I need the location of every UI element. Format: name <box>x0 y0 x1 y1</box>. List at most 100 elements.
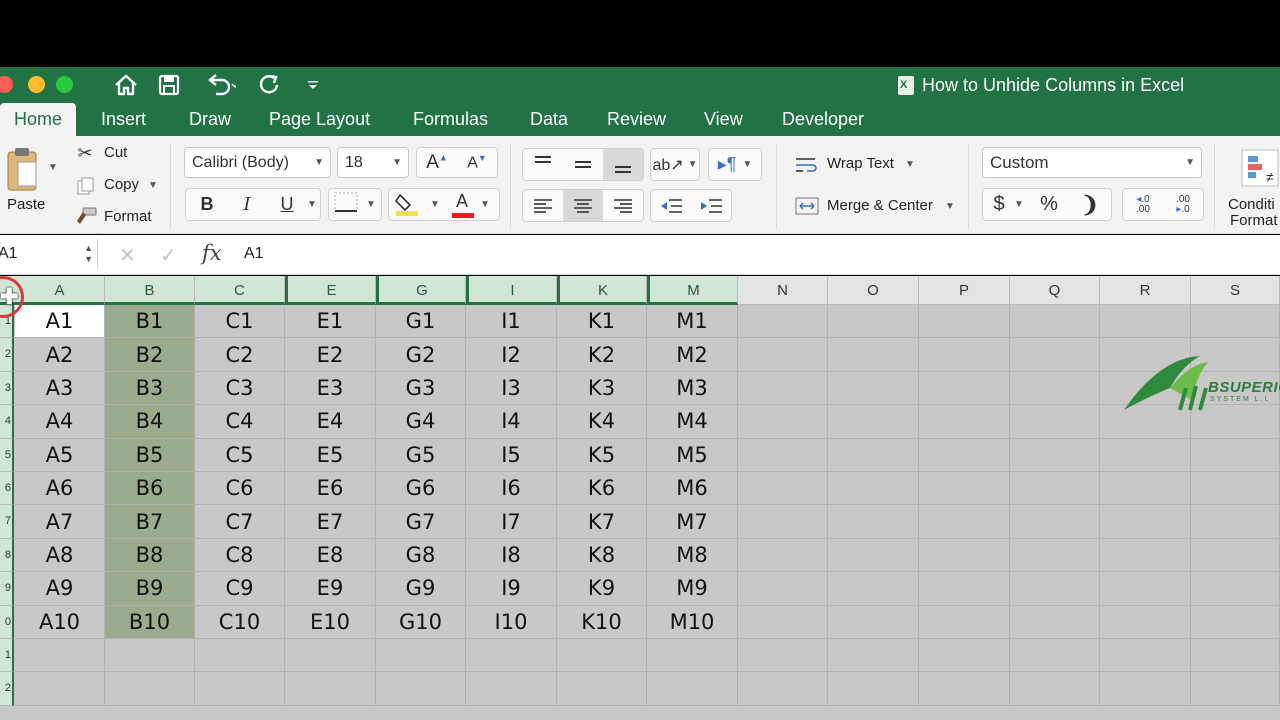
cell-i8[interactable]: I8 <box>466 538 557 573</box>
align-top-icon[interactable] <box>523 149 563 180</box>
row-header[interactable]: 5 <box>0 438 14 472</box>
empty-cell[interactable] <box>105 672 195 706</box>
cell-m3[interactable]: M3 <box>647 371 738 406</box>
empty-cell[interactable] <box>557 672 647 706</box>
cell-a8[interactable]: A8 <box>15 538 105 573</box>
cell-a4[interactable]: A4 <box>15 405 105 439</box>
column-header-r[interactable]: R <box>1100 276 1191 305</box>
cell-k4[interactable]: K4 <box>557 405 647 439</box>
empty-cell[interactable] <box>919 438 1010 472</box>
merge-center-button[interactable]: Merge & Center <box>827 197 933 214</box>
cell-m6[interactable]: M6 <box>647 472 738 506</box>
cell-c9[interactable]: C9 <box>195 572 285 606</box>
cell-g5[interactable]: G5 <box>376 438 466 472</box>
empty-cell[interactable] <box>919 672 1010 706</box>
minimize-window-button[interactable] <box>28 76 45 93</box>
cut-button[interactable]: Cut <box>104 144 127 161</box>
empty-cell[interactable] <box>1100 505 1191 539</box>
orientation-button[interactable]: ab↗ ▼ <box>650 148 700 181</box>
empty-cell[interactable] <box>1191 505 1280 539</box>
empty-cell[interactable] <box>738 338 828 372</box>
cell-i1[interactable]: I1 <box>466 305 557 339</box>
cell-g1[interactable]: G1 <box>376 305 466 339</box>
empty-cell[interactable] <box>1010 371 1100 406</box>
cell-c10[interactable]: C10 <box>195 605 285 639</box>
cell-e7[interactable]: E7 <box>285 505 376 539</box>
cell-m7[interactable]: M7 <box>647 505 738 539</box>
paste-icon[interactable] <box>2 144 42 194</box>
insert-function-button[interactable]: fx <box>202 241 222 265</box>
column-header-m[interactable]: M <box>647 276 738 305</box>
empty-cell[interactable] <box>738 305 828 339</box>
column-header-o[interactable]: O <box>828 276 919 305</box>
empty-cell[interactable] <box>919 639 1010 673</box>
row-header[interactable]: 2 <box>0 672 14 706</box>
comma-style-icon[interactable]: ❩ <box>1070 192 1110 218</box>
row-header[interactable]: 9 <box>0 572 14 606</box>
row-header[interactable]: 3 <box>0 371 14 406</box>
cell-k7[interactable]: K7 <box>557 505 647 539</box>
italic-button[interactable]: I <box>227 194 267 215</box>
underline-button[interactable]: U <box>267 194 307 215</box>
empty-cell[interactable] <box>1191 538 1280 573</box>
empty-cell[interactable] <box>195 672 285 706</box>
cell-e6[interactable]: E6 <box>285 472 376 506</box>
empty-cell[interactable] <box>1010 505 1100 539</box>
empty-cell[interactable] <box>738 605 828 639</box>
empty-cell[interactable] <box>1010 338 1100 372</box>
empty-cell[interactable] <box>919 538 1010 573</box>
cell-m9[interactable]: M9 <box>647 572 738 606</box>
cell-b2[interactable]: B2 <box>105 338 195 372</box>
empty-cell[interactable] <box>195 639 285 673</box>
column-header-k[interactable]: K <box>557 276 647 305</box>
save-icon[interactable] <box>156 71 182 99</box>
align-left-icon[interactable] <box>523 190 563 221</box>
empty-cell[interactable] <box>1010 538 1100 573</box>
empty-cell[interactable] <box>1010 572 1100 606</box>
empty-cell[interactable] <box>919 505 1010 539</box>
text-direction-button[interactable]: ▸¶ ▼ <box>708 148 762 181</box>
empty-cell[interactable] <box>738 438 828 472</box>
column-header-i[interactable]: I <box>466 276 557 305</box>
empty-cell[interactable] <box>647 672 738 706</box>
empty-cell[interactable] <box>919 472 1010 506</box>
tab-draw[interactable]: Draw <box>189 103 231 136</box>
empty-cell[interactable] <box>919 405 1010 439</box>
empty-cell[interactable] <box>919 338 1010 372</box>
cell-k3[interactable]: K3 <box>557 371 647 406</box>
empty-cell[interactable] <box>376 639 466 673</box>
cell-i4[interactable]: I4 <box>466 405 557 439</box>
chevron-down-icon[interactable]: ▼ <box>905 159 915 170</box>
empty-cell[interactable] <box>919 572 1010 606</box>
cell-i6[interactable]: I6 <box>466 472 557 506</box>
cell-a10[interactable]: A10 <box>15 605 105 639</box>
empty-cell[interactable] <box>738 538 828 573</box>
empty-cell[interactable] <box>15 672 105 706</box>
empty-cell[interactable] <box>1100 538 1191 573</box>
cell-e4[interactable]: E4 <box>285 405 376 439</box>
empty-cell[interactable] <box>828 672 919 706</box>
cell-a6[interactable]: A6 <box>15 472 105 506</box>
cell-a3[interactable]: A3 <box>15 371 105 406</box>
column-header-b[interactable]: B <box>105 276 195 305</box>
cell-a9[interactable]: A9 <box>15 572 105 606</box>
decrease-decimal-icon[interactable]: .00 ▸.0 <box>1163 194 1203 215</box>
cell-m4[interactable]: M4 <box>647 405 738 439</box>
column-header-c[interactable]: C <box>195 276 285 305</box>
empty-cell[interactable] <box>1191 672 1280 706</box>
empty-cell[interactable] <box>919 305 1010 339</box>
number-format-select[interactable]: Custom ▼ <box>982 147 1202 178</box>
cell-b8[interactable]: B8 <box>105 538 195 573</box>
empty-cell[interactable] <box>1010 639 1100 673</box>
empty-cell[interactable] <box>1010 405 1100 439</box>
cell-e1[interactable]: E1 <box>285 305 376 339</box>
cell-i9[interactable]: I9 <box>466 572 557 606</box>
column-header-a[interactable]: A <box>15 276 105 305</box>
cell-c2[interactable]: C2 <box>195 338 285 372</box>
empty-cell[interactable] <box>738 505 828 539</box>
empty-cell[interactable] <box>1100 639 1191 673</box>
empty-cell[interactable] <box>828 538 919 573</box>
cell-e9[interactable]: E9 <box>285 572 376 606</box>
maximize-window-button[interactable] <box>56 76 73 93</box>
empty-cell[interactable] <box>919 605 1010 639</box>
